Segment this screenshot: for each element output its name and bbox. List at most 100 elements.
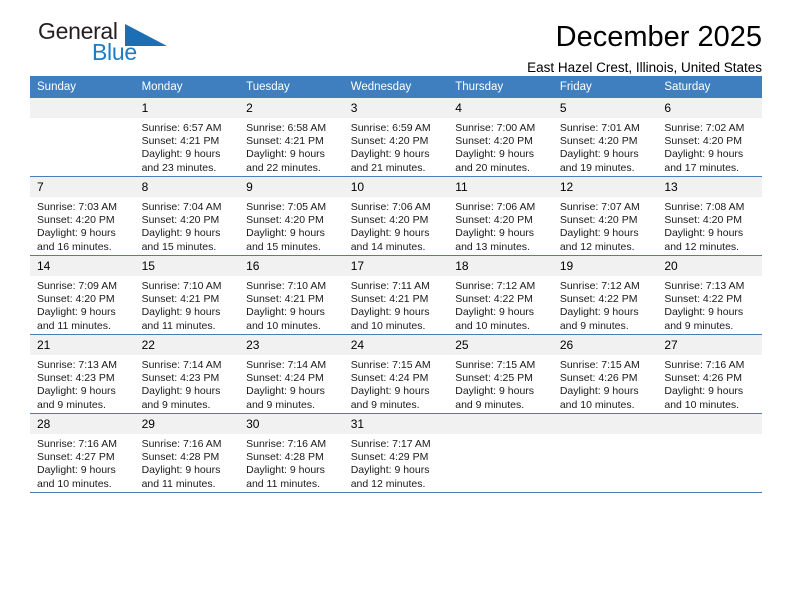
calendar-day-cell[interactable]: 21 Sunrise: 7:13 AM Sunset: 4:23 PM Dayligh… — [30, 334, 135, 414]
day-sun-info: Sunrise: 7:03 AM Sunset: 4:20 PM Daylight:… — [30, 197, 135, 254]
day-sun-info — [657, 434, 762, 438]
weekday-header-thursday: Thursday — [448, 76, 553, 98]
calendar-day-cell[interactable]: 26 Sunrise: 7:15 AM Sunset: 4:26 PM Dayligh… — [552, 334, 658, 414]
day-cell-inner: 24 Sunrise: 7:15 AM Sunset: 4:24 PM Dayligh… — [343, 335, 449, 413]
calendar-day-cell[interactable]: 22 Sunrise: 7:14 AM Sunset: 4:23 PM Dayligh… — [134, 334, 240, 414]
day-sun-info-line: Sunrise: 7:01 AM — [559, 122, 640, 134]
day-cell-inner: 17 Sunrise: 7:11 AM Sunset: 4:21 PM Dayligh… — [343, 256, 449, 334]
day-sun-info-line: Sunset: 4:28 PM — [141, 451, 220, 464]
calendar-day-cell[interactable]: 3 Sunrise: 6:59 AM Sunset: 4:20 PM Daylight… — [343, 98, 449, 177]
day-cell-inner: 13 Sunrise: 7:08 AM Sunset: 4:20 PM Dayligh… — [657, 177, 762, 255]
day-sun-info-line: and 11 minutes. — [141, 477, 216, 490]
day-cell-inner: 28 Sunrise: 7:16 AM Sunset: 4:27 PM Dayligh… — [30, 414, 135, 492]
day-sun-info-line: Daylight: 9 hours — [37, 385, 116, 398]
calendar-week-row: 14 Sunrise: 7:09 AM Sunset: 4:20 PM Dayligh… — [30, 255, 762, 335]
calendar-day-cell[interactable]: 29 Sunrise: 7:16 AM Sunset: 4:28 PM Dayligh… — [134, 413, 240, 493]
calendar-day-cell[interactable]: 16 Sunrise: 7:10 AM Sunset: 4:21 PM Dayligh… — [239, 255, 344, 335]
day-sun-info-line: Daylight: 9 hours — [141, 227, 221, 240]
calendar-day-cell[interactable]: 1 Sunrise: 6:57 AM Sunset: 4:21 PM Daylight… — [134, 98, 240, 177]
day-number: 28 — [30, 414, 135, 434]
day-sun-info-line: Daylight: 9 hours — [664, 385, 744, 398]
calendar-day-cell[interactable]: 30 Sunrise: 7:16 AM Sunset: 4:28 PM Dayligh… — [239, 413, 344, 493]
day-sun-info-line: and 11 minutes. — [141, 319, 216, 332]
calendar-day-cell[interactable]: 28 Sunrise: 7:16 AM Sunset: 4:27 PM Dayligh… — [30, 413, 135, 493]
day-sun-info-line: and 20 minutes. — [455, 161, 530, 174]
calendar-week-row: 28 Sunrise: 7:16 AM Sunset: 4:27 PM Dayligh… — [30, 413, 762, 493]
calendar-day-cell[interactable]: 7 Sunrise: 7:03 AM Sunset: 4:20 PM Daylight… — [30, 176, 135, 256]
calendar-day-cell[interactable]: 8 Sunrise: 7:04 AM Sunset: 4:20 PM Daylight… — [134, 176, 240, 256]
calendar-day-cell[interactable]: 13 Sunrise: 7:08 AM Sunset: 4:20 PM Dayligh… — [657, 176, 762, 256]
calendar-day-cell[interactable]: 24 Sunrise: 7:15 AM Sunset: 4:24 PM Dayligh… — [343, 334, 449, 414]
day-sun-info — [30, 118, 135, 122]
weekday-header-friday: Friday — [552, 76, 658, 98]
day-sun-info-line: Daylight: 9 hours — [350, 306, 430, 319]
day-sun-info-line: and 15 minutes. — [141, 240, 217, 253]
day-sun-info-line: and 16 minutes. — [37, 240, 112, 253]
calendar-day-cell[interactable]: 25 Sunrise: 7:15 AM Sunset: 4:25 PM Dayligh… — [448, 334, 553, 414]
calendar-day-cell[interactable]: 6 Sunrise: 7:02 AM Sunset: 4:20 PM Daylight… — [657, 98, 762, 177]
day-cell-inner: 31 Sunrise: 7:17 AM Sunset: 4:29 PM Dayligh… — [343, 414, 449, 492]
calendar-day-cell-empty — [448, 413, 553, 493]
calendar-day-cell[interactable]: 9 Sunrise: 7:05 AM Sunset: 4:20 PM Daylight… — [239, 176, 344, 256]
day-sun-info: Sunrise: 7:13 AM Sunset: 4:23 PM Daylight:… — [30, 355, 135, 412]
calendar-day-cell[interactable]: 5 Sunrise: 7:01 AM Sunset: 4:20 PM Daylight… — [552, 98, 658, 177]
calendar-day-cell[interactable]: 4 Sunrise: 7:00 AM Sunset: 4:20 PM Daylight… — [448, 98, 553, 177]
day-cell-inner: 22 Sunrise: 7:14 AM Sunset: 4:23 PM Dayligh… — [134, 335, 240, 413]
calendar-day-cell[interactable]: 20 Sunrise: 7:13 AM Sunset: 4:22 PM Dayligh… — [657, 255, 762, 335]
day-sun-info: Sunrise: 6:59 AM Sunset: 4:20 PM Daylight:… — [344, 118, 449, 175]
calendar-day-cell[interactable]: 18 Sunrise: 7:12 AM Sunset: 4:22 PM Dayligh… — [448, 255, 553, 335]
day-sun-info-line: and 12 minutes. — [664, 240, 740, 253]
day-number: 25 — [448, 335, 553, 355]
calendar-day-cell[interactable]: 19 Sunrise: 7:12 AM Sunset: 4:22 PM Dayligh… — [552, 255, 658, 335]
general-blue-logo[interactable]: General Blue — [30, 18, 230, 74]
day-sun-info-line: Daylight: 9 hours — [455, 306, 535, 319]
calendar-day-cell[interactable]: 11 Sunrise: 7:06 AM Sunset: 4:20 PM Dayligh… — [448, 176, 553, 256]
day-sun-info-line: Daylight: 9 hours — [350, 148, 430, 161]
day-sun-info-line: and 10 minutes. — [37, 477, 112, 490]
day-number: 29 — [134, 414, 240, 434]
day-number: 5 — [552, 98, 658, 118]
day-cell-inner: 8 Sunrise: 7:04 AM Sunset: 4:20 PM Daylight… — [134, 177, 240, 255]
calendar-day-cell[interactable]: 12 Sunrise: 7:07 AM Sunset: 4:20 PM Dayligh… — [552, 176, 658, 256]
calendar-day-cell[interactable]: 27 Sunrise: 7:16 AM Sunset: 4:26 PM Dayligh… — [657, 334, 762, 414]
calendar-day-cell[interactable]: 17 Sunrise: 7:11 AM Sunset: 4:21 PM Dayligh… — [343, 255, 449, 335]
day-sun-info: Sunrise: 6:58 AM Sunset: 4:21 PM Daylight:… — [239, 118, 344, 175]
day-sun-info-line: Daylight: 9 hours — [350, 227, 430, 240]
day-sun-info-line: and 23 minutes. — [141, 161, 217, 174]
day-sun-info-line: Sunrise: 7:15 AM — [559, 359, 640, 371]
day-cell-inner: 5 Sunrise: 7:01 AM Sunset: 4:20 PM Daylight… — [552, 98, 658, 176]
day-sun-info: Sunrise: 7:14 AM Sunset: 4:23 PM Daylight:… — [135, 355, 240, 412]
calendar-header-row: Sunday Monday Tuesday Wednesday Thursday Frid… — [30, 76, 762, 98]
day-sun-info-line: and 9 minutes. — [246, 398, 316, 411]
day-sun-info-line: Sunset: 4:25 PM — [455, 372, 533, 385]
day-sun-info-line: Sunrise: 7:10 AM — [246, 280, 327, 292]
day-sun-info: Sunrise: 7:06 AM Sunset: 4:20 PM Daylight:… — [448, 197, 553, 254]
calendar-day-cell-empty — [552, 413, 658, 493]
day-sun-info-line: Sunset: 4:20 PM — [664, 135, 743, 148]
day-sun-info: Sunrise: 7:04 AM Sunset: 4:20 PM Daylight:… — [135, 197, 240, 254]
day-sun-info: Sunrise: 7:08 AM Sunset: 4:20 PM Daylight:… — [657, 197, 762, 254]
calendar-day-cell[interactable]: 14 Sunrise: 7:09 AM Sunset: 4:20 PM Dayligh… — [30, 255, 135, 335]
weekday-header-row: Sunday Monday Tuesday Wednesday Thursday Frid… — [30, 76, 762, 98]
day-sun-info-line: Sunrise: 7:13 AM — [37, 359, 117, 371]
day-number: 7 — [30, 177, 135, 197]
day-number: 12 — [552, 177, 658, 197]
calendar-day-cell[interactable]: 31 Sunrise: 7:17 AM Sunset: 4:29 PM Dayligh… — [343, 413, 449, 493]
calendar-page: General Blue December 2025 East Hazel Cr… — [0, 0, 792, 612]
calendar-day-cell[interactable]: 10 Sunrise: 7:06 AM Sunset: 4:20 PM Dayligh… — [343, 176, 449, 256]
day-cell-inner: 6 Sunrise: 7:02 AM Sunset: 4:20 PM Daylight… — [657, 98, 762, 176]
day-sun-info-line: Sunrise: 7:16 AM — [141, 438, 222, 450]
page-subtitle: East Hazel Crest, Illinois, United State… — [527, 60, 762, 75]
day-sun-info: Sunrise: 7:10 AM Sunset: 4:21 PM Daylight:… — [135, 276, 240, 333]
day-sun-info: Sunrise: 7:15 AM Sunset: 4:24 PM Daylight:… — [344, 355, 449, 412]
day-number: 20 — [657, 256, 762, 276]
day-sun-info-line: and 10 minutes. — [350, 319, 426, 332]
calendar-day-cell[interactable]: 23 Sunrise: 7:14 AM Sunset: 4:24 PM Dayligh… — [239, 334, 344, 414]
day-sun-info-line: and 13 minutes. — [455, 240, 530, 253]
day-sun-info-line: Sunset: 4:27 PM — [37, 451, 115, 464]
calendar-day-cell[interactable]: 15 Sunrise: 7:10 AM Sunset: 4:21 PM Dayligh… — [134, 255, 240, 335]
day-sun-info-line: and 14 minutes. — [350, 240, 426, 253]
day-sun-info-line: Sunset: 4:26 PM — [664, 372, 743, 385]
calendar-day-cell[interactable]: 2 Sunrise: 6:58 AM Sunset: 4:21 PM Daylight… — [239, 98, 344, 177]
day-sun-info-line: Sunset: 4:23 PM — [141, 372, 220, 385]
